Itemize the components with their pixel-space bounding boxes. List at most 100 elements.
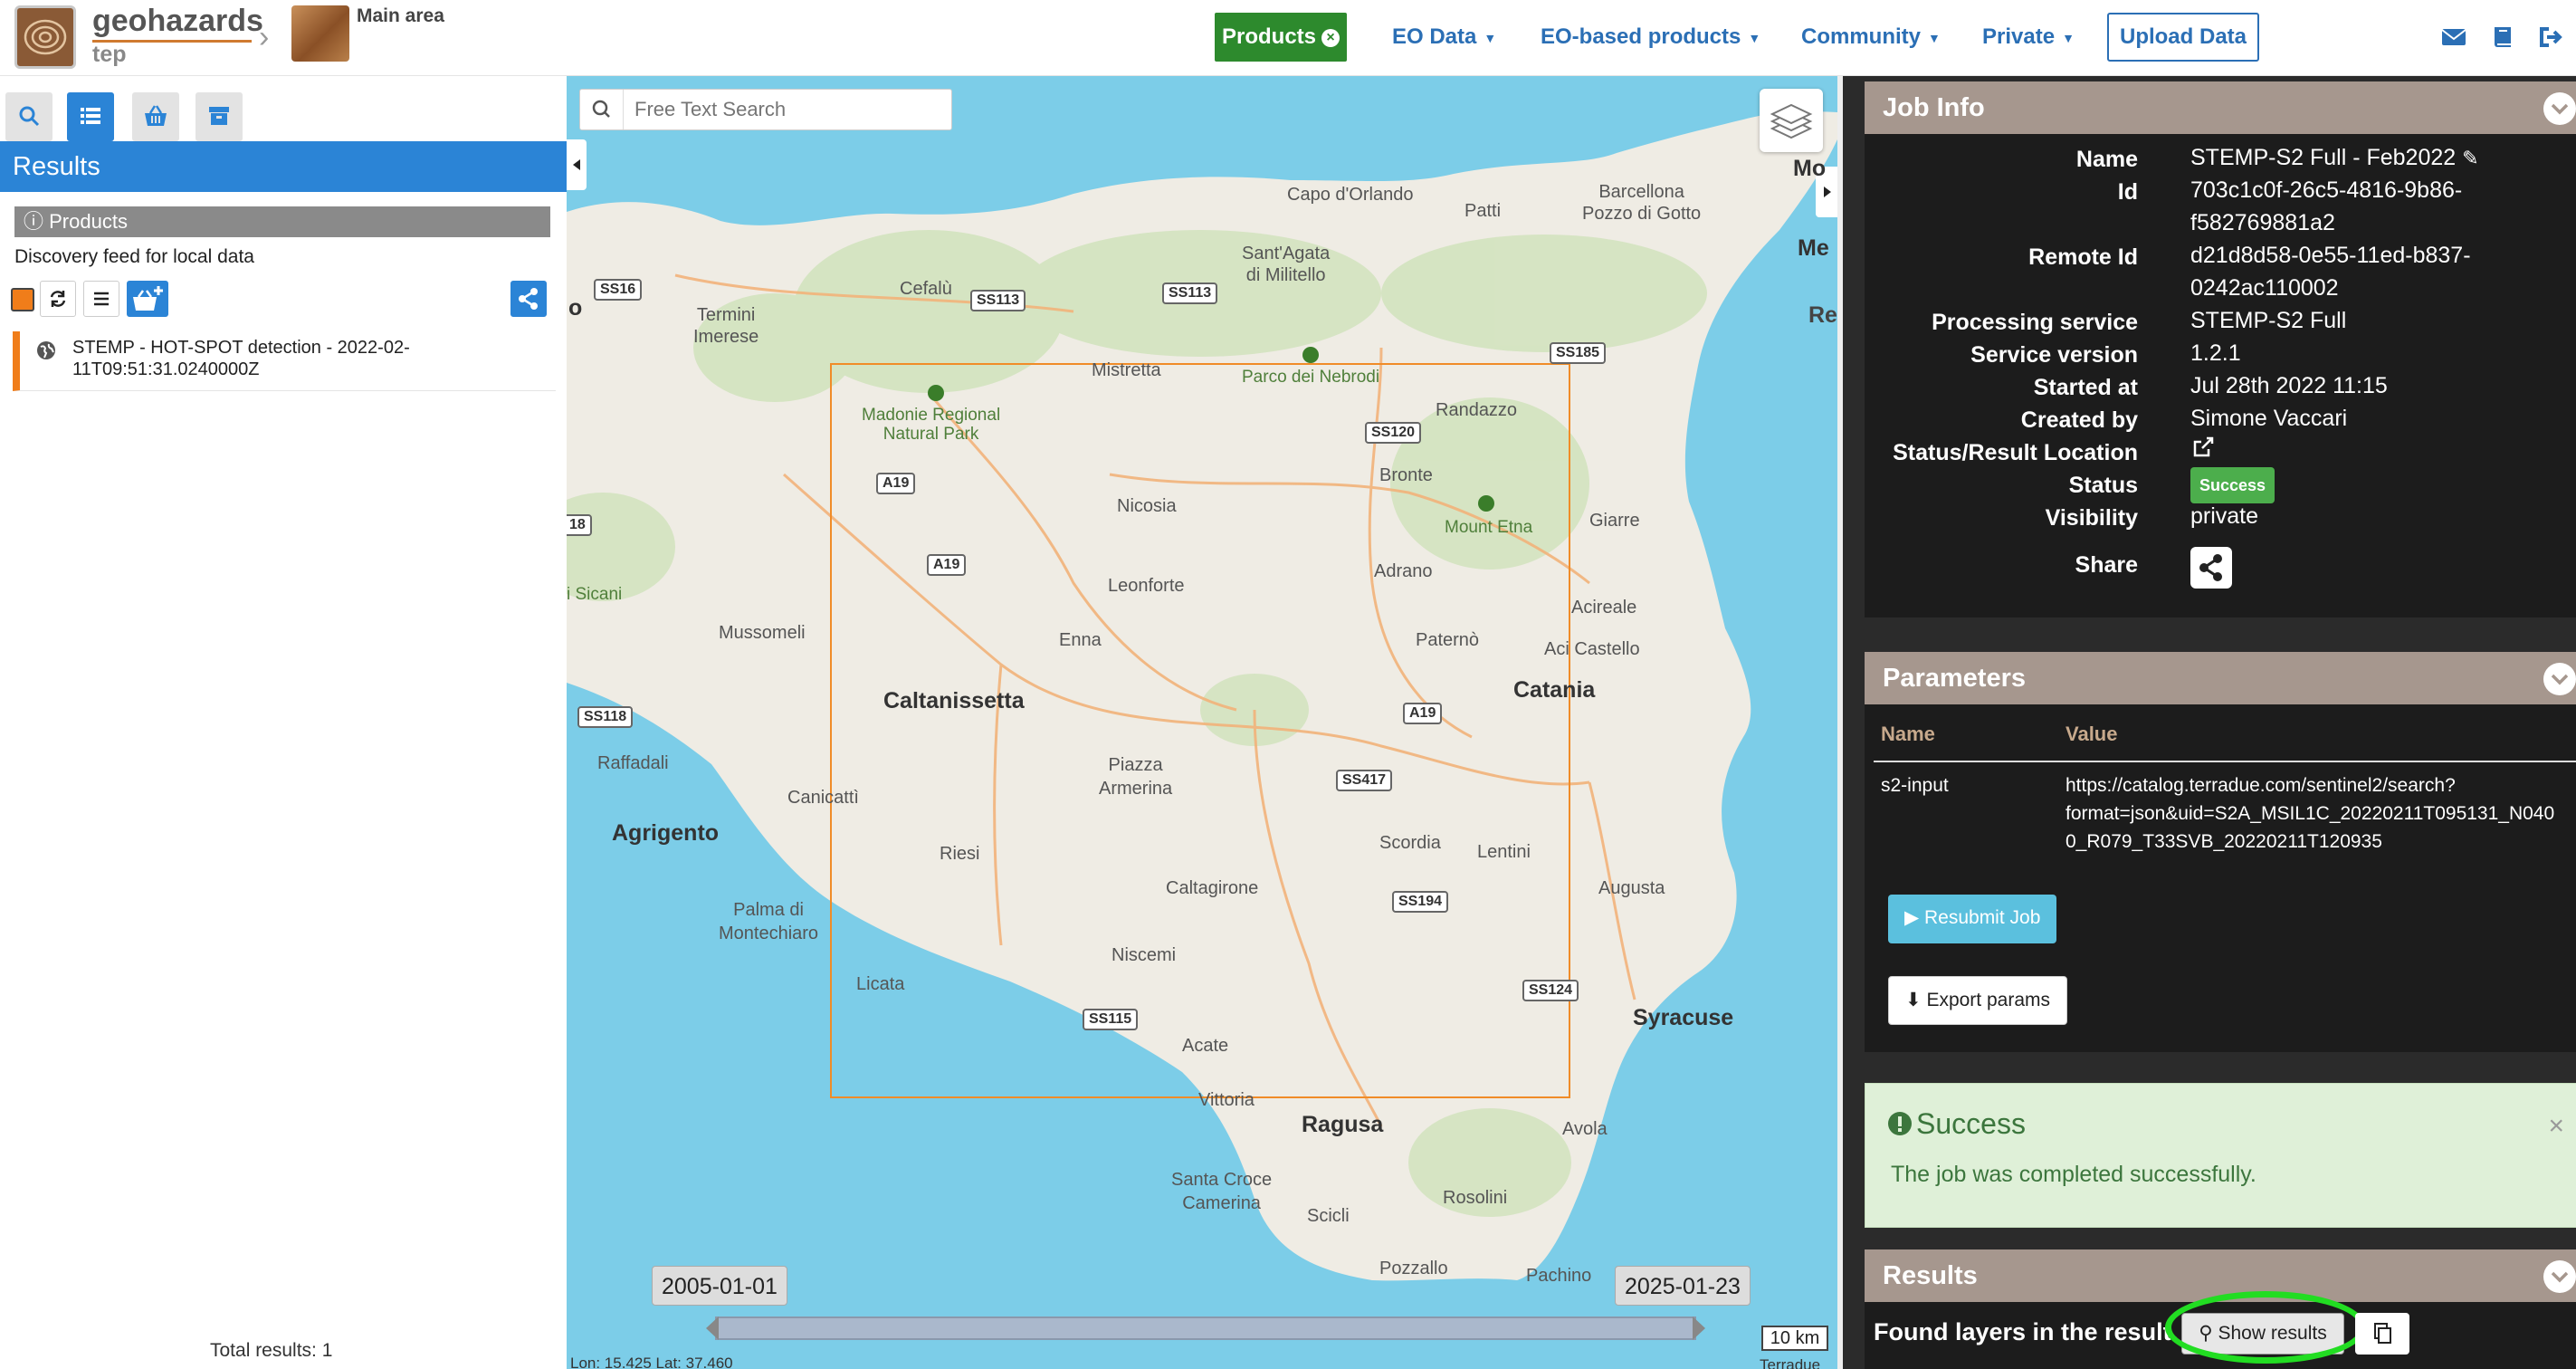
share-icon xyxy=(519,288,538,310)
map-label: Caltagirone xyxy=(1166,878,1259,898)
map-label: Randazzo xyxy=(1436,400,1518,420)
close-icon[interactable]: × xyxy=(1321,28,1340,47)
nav-private[interactable]: Private ▼ xyxy=(1982,13,2075,62)
nav-eo-data[interactable]: EO Data ▼ xyxy=(1392,13,1496,62)
result-list-item[interactable]: STEMP - HOT-SPOT detection - 2022-02-11T… xyxy=(13,331,556,391)
chevron-down-icon[interactable] xyxy=(2543,92,2576,125)
caret-down-icon: ▼ xyxy=(2062,30,2075,45)
map-scale: 10 km xyxy=(1761,1326,1828,1351)
globe-icon xyxy=(37,341,55,359)
list-icon xyxy=(81,108,100,124)
job-processing-service-value: STEMP-S2 Full xyxy=(2190,308,2347,333)
geohazards-logo[interactable] xyxy=(14,5,76,69)
refresh-icon xyxy=(50,291,66,307)
free-text-search[interactable] xyxy=(579,89,952,130)
map-label: Acate xyxy=(1182,1036,1229,1056)
select-all-checkbox[interactable] xyxy=(11,288,34,311)
map-label: Niscemi xyxy=(1111,945,1177,965)
envelope-icon[interactable] xyxy=(2438,22,2469,53)
nav-products[interactable]: Products × xyxy=(1215,13,1347,62)
sign-out-icon[interactable] xyxy=(2534,22,2565,53)
job-info-title: Job Info xyxy=(1883,93,1985,122)
play-circle-icon: ▶ xyxy=(1904,907,1924,928)
result-title[interactable]: STEMP - HOT-SPOT detection - 2022-02-11T… xyxy=(72,337,561,380)
map-label: Mistretta xyxy=(1092,360,1161,380)
map-label: Mussomeli xyxy=(719,623,806,643)
upload-data-button[interactable]: Upload Data xyxy=(2107,13,2259,62)
products-header[interactable]: ⓘ Products xyxy=(14,206,550,237)
search-icon xyxy=(19,106,40,127)
success-alert: Success The job was completed successful… xyxy=(1865,1083,2576,1228)
job-info-panel: Name STEMP-S2 Full - Feb2022 ✎ Id 703c1c… xyxy=(1865,134,2576,617)
collapse-left-panel-button[interactable] xyxy=(567,139,587,190)
alert-message: The job was completed successfully. xyxy=(1891,1162,2256,1187)
map-label: Termini Imerese xyxy=(693,305,759,347)
slider-handle-left-icon xyxy=(706,1316,719,1340)
pencil-icon[interactable]: ✎ xyxy=(2462,147,2478,169)
tab-basket[interactable] xyxy=(132,92,179,141)
tab-search[interactable] xyxy=(5,92,52,141)
job-info-header[interactable]: Job Info xyxy=(1865,81,2576,134)
add-to-basket-button[interactable] xyxy=(127,281,168,317)
nav-private-label: Private xyxy=(1982,24,2056,49)
map-label: Re xyxy=(1808,302,1837,328)
job-id-value: 703c1c0f-26c5-4816-9b86- xyxy=(2190,177,2463,203)
export-params-button[interactable]: ⬇ Export params xyxy=(1888,976,2067,1025)
tab-archive[interactable] xyxy=(196,92,243,141)
road-shield: SS120 xyxy=(1365,422,1422,444)
map-label: Mo xyxy=(1793,156,1827,181)
area-thumbnail[interactable] xyxy=(291,5,349,62)
caret-down-icon: ▼ xyxy=(1748,30,1761,45)
road-shield: A19 xyxy=(876,473,916,494)
job-field-key: Service version xyxy=(1970,342,2138,368)
chevron-down-icon[interactable] xyxy=(2543,663,2576,695)
parameters-header[interactable]: Parameters xyxy=(1865,652,2576,704)
map-label: Scicli xyxy=(1307,1206,1350,1226)
road-shield: SS185 xyxy=(1550,342,1607,364)
job-id-value-cont: f582769881a2 xyxy=(2190,210,2335,235)
search-input[interactable] xyxy=(634,90,942,129)
map-label: Adrano xyxy=(1374,561,1433,581)
map-view[interactable]: Mo Capo d'Orlando Patti Barcellona Pozzo… xyxy=(567,76,1837,1369)
menu-button[interactable] xyxy=(83,281,119,317)
tab-list[interactable] xyxy=(67,92,114,141)
job-field-key: Visibility xyxy=(2045,505,2138,531)
map-label: Giarre xyxy=(1589,511,1640,531)
job-visibility-value: private xyxy=(2190,503,2259,529)
layers-button[interactable] xyxy=(1760,89,1823,152)
job-field-key: Status/Result Location xyxy=(1893,440,2138,465)
date-end-label[interactable]: 2025-01-23 xyxy=(1615,1266,1751,1306)
param-value-line: https://catalog.terradue.com/sentinel2/s… xyxy=(2066,775,2456,796)
book-icon[interactable] xyxy=(2487,22,2518,53)
map-label: Me xyxy=(1798,235,1829,261)
job-share-button[interactable] xyxy=(2190,547,2232,589)
map-label: Rosolini xyxy=(1443,1188,1508,1208)
job-name-value: STEMP-S2 Full - Feb2022 ✎ xyxy=(2190,141,2479,175)
map-label: Bronte xyxy=(1379,465,1433,485)
job-field-key: Share xyxy=(2075,552,2138,578)
chevron-down-icon[interactable] xyxy=(2543,1260,2576,1293)
nav-eo-based-products[interactable]: EO-based products ▼ xyxy=(1541,13,1760,62)
share-icon xyxy=(2199,554,2222,581)
job-field-key: Name xyxy=(2075,147,2138,172)
time-range-slider[interactable] xyxy=(706,1316,1705,1340)
param-name: s2-input xyxy=(1881,775,1949,796)
share-button[interactable] xyxy=(510,281,547,317)
search-icon[interactable] xyxy=(580,90,624,129)
alert-title: Success xyxy=(1916,1107,2026,1140)
copy-button[interactable] xyxy=(2355,1313,2409,1355)
road-shield: A19 xyxy=(1403,703,1443,724)
nav-community[interactable]: Community ▼ xyxy=(1801,13,1941,62)
external-link-icon[interactable] xyxy=(2190,435,2216,460)
date-start-label[interactable]: 2005-01-01 xyxy=(652,1266,787,1306)
results-title: Results xyxy=(0,141,567,192)
slider-handle-right-icon xyxy=(1693,1316,1705,1340)
close-icon[interactable]: × xyxy=(2548,1111,2564,1142)
total-results: Total results: 1 xyxy=(210,1340,333,1361)
job-remote-id-value-cont: 0242ac110002 xyxy=(2190,275,2339,301)
refresh-button[interactable] xyxy=(40,281,76,317)
area-name[interactable]: Main area xyxy=(357,5,444,27)
resubmit-job-button[interactable]: ▶ Resubmit Job xyxy=(1888,895,2057,943)
param-value-line: 0_R079_T33SVB_20220211T120935 xyxy=(2066,831,2382,852)
breadcrumb-chevron-icon: › xyxy=(259,20,270,54)
